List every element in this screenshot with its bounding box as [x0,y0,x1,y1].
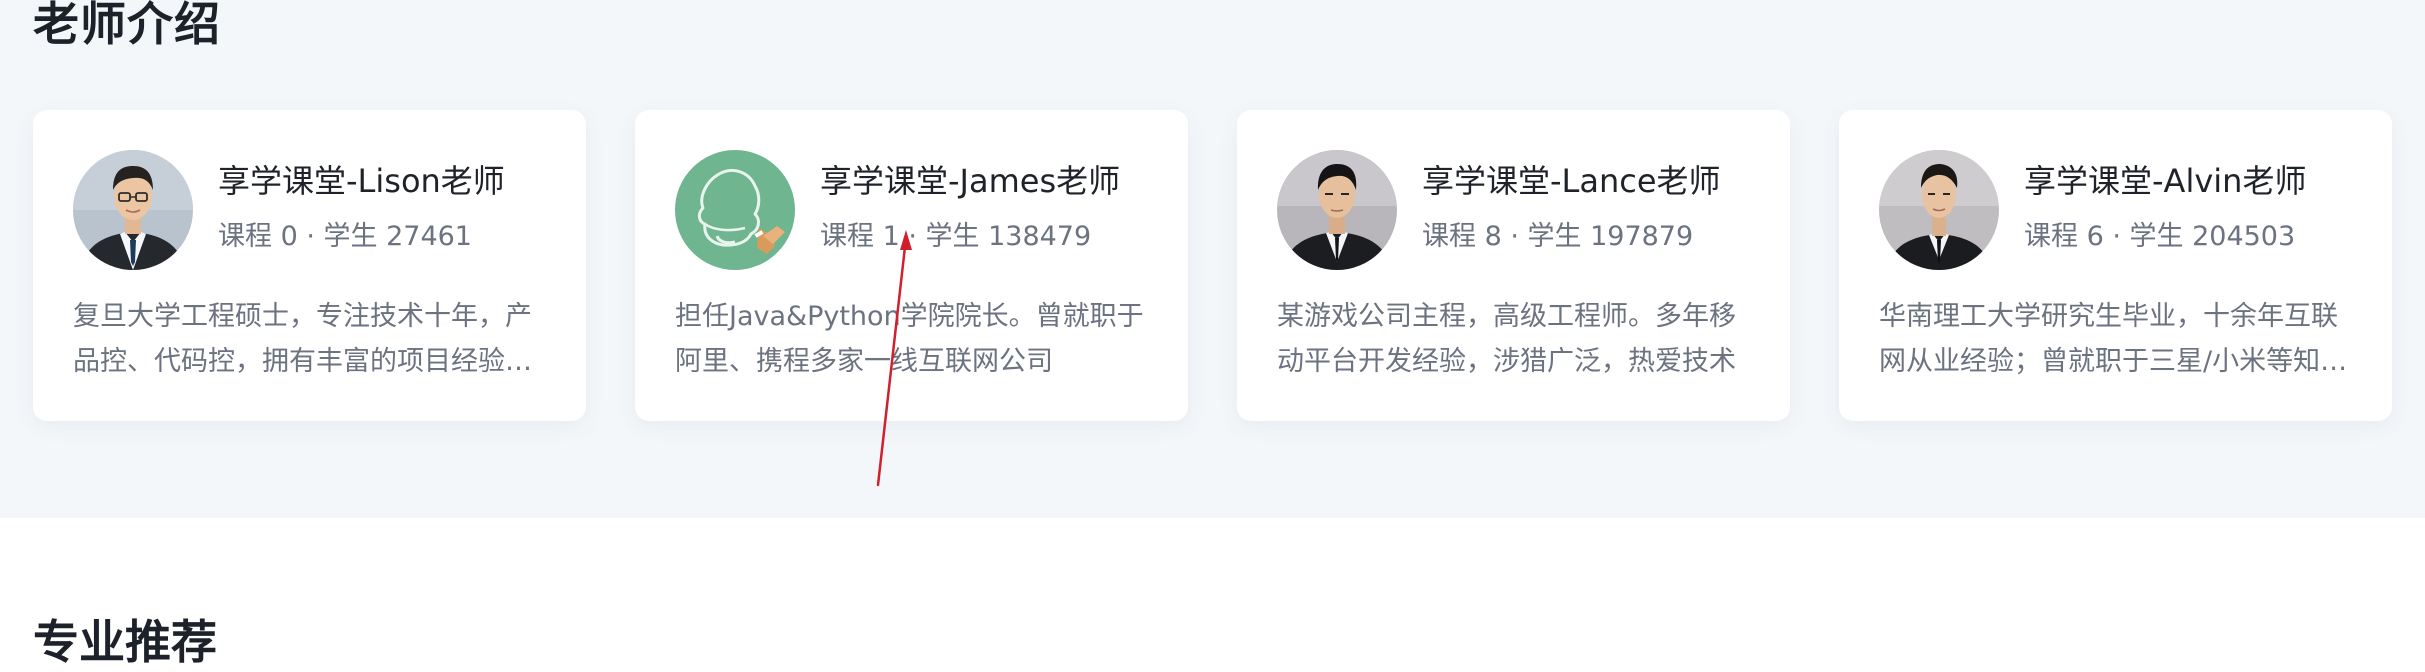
teacher-photo-lison [73,150,193,270]
teacher-photo-alvin [1879,150,1999,270]
teacher-card-lance[interactable]: 享学课堂-Lance老师 课程 8 · 学生 197879 某游戏公司主程，高级… [1237,110,1790,421]
teacher-card-alvin[interactable]: 享学课堂-Alvin老师 课程 6 · 学生 204503 华南理工大学研究生毕… [1839,110,2392,421]
avatar[interactable] [1277,150,1397,270]
teacher-card-james[interactable]: 享学课堂-James老师 课程 1 · 学生 138479 担任Java&Pyt… [635,110,1188,421]
teacher-name[interactable]: 享学课堂-Lison老师 [218,158,505,204]
avatar[interactable] [73,150,193,270]
qq-penguin-chalk-icon [675,150,795,270]
teacher-description: 复旦大学工程硕士，专注技术十年，产品控、代码控，拥有丰富的项目经验和团队管理经验 [73,301,532,377]
teacher-name[interactable]: 享学课堂-Alvin老师 [2024,158,2306,204]
section-title: 老师介绍 [33,0,221,51]
next-section-title: 专业推荐 [33,615,217,669]
teacher-stats: 课程 0 · 学生 27461 [218,221,472,252]
teacher-description: 华南理工大学研究生毕业，十余年互联网从业经验；曾就职于三星/小米等知名企业 [1879,301,2348,377]
avatar[interactable] [1879,150,1999,270]
avatar[interactable] [675,150,795,270]
teacher-stats: 课程 8 · 学生 197879 [1422,221,1694,252]
teacher-description: 担任Java&Python学院院长。曾就职于阿里、携程多家一线互联网公司 [675,301,1144,377]
teacher-card-lison[interactable]: 享学课堂-Lison老师 课程 0 · 学生 27461 复旦大学工程硕士，专注… [33,110,586,421]
teacher-section: 老师介绍 享学课堂-Lison老师 课程 0 · 学生 27461 复旦大学工程… [0,0,2425,518]
teacher-stats: 课程 6 · 学生 204503 [2024,221,2296,252]
teacher-photo-lance [1277,150,1397,270]
teacher-name[interactable]: 享学课堂-Lance老师 [1422,158,1721,204]
teacher-name[interactable]: 享学课堂-James老师 [820,158,1120,204]
teacher-description: 某游戏公司主程，高级工程师。多年移动平台开发经验，涉猎广泛，热爱技术 [1277,301,1736,377]
teacher-stats: 课程 1 · 学生 138479 [820,221,1092,252]
